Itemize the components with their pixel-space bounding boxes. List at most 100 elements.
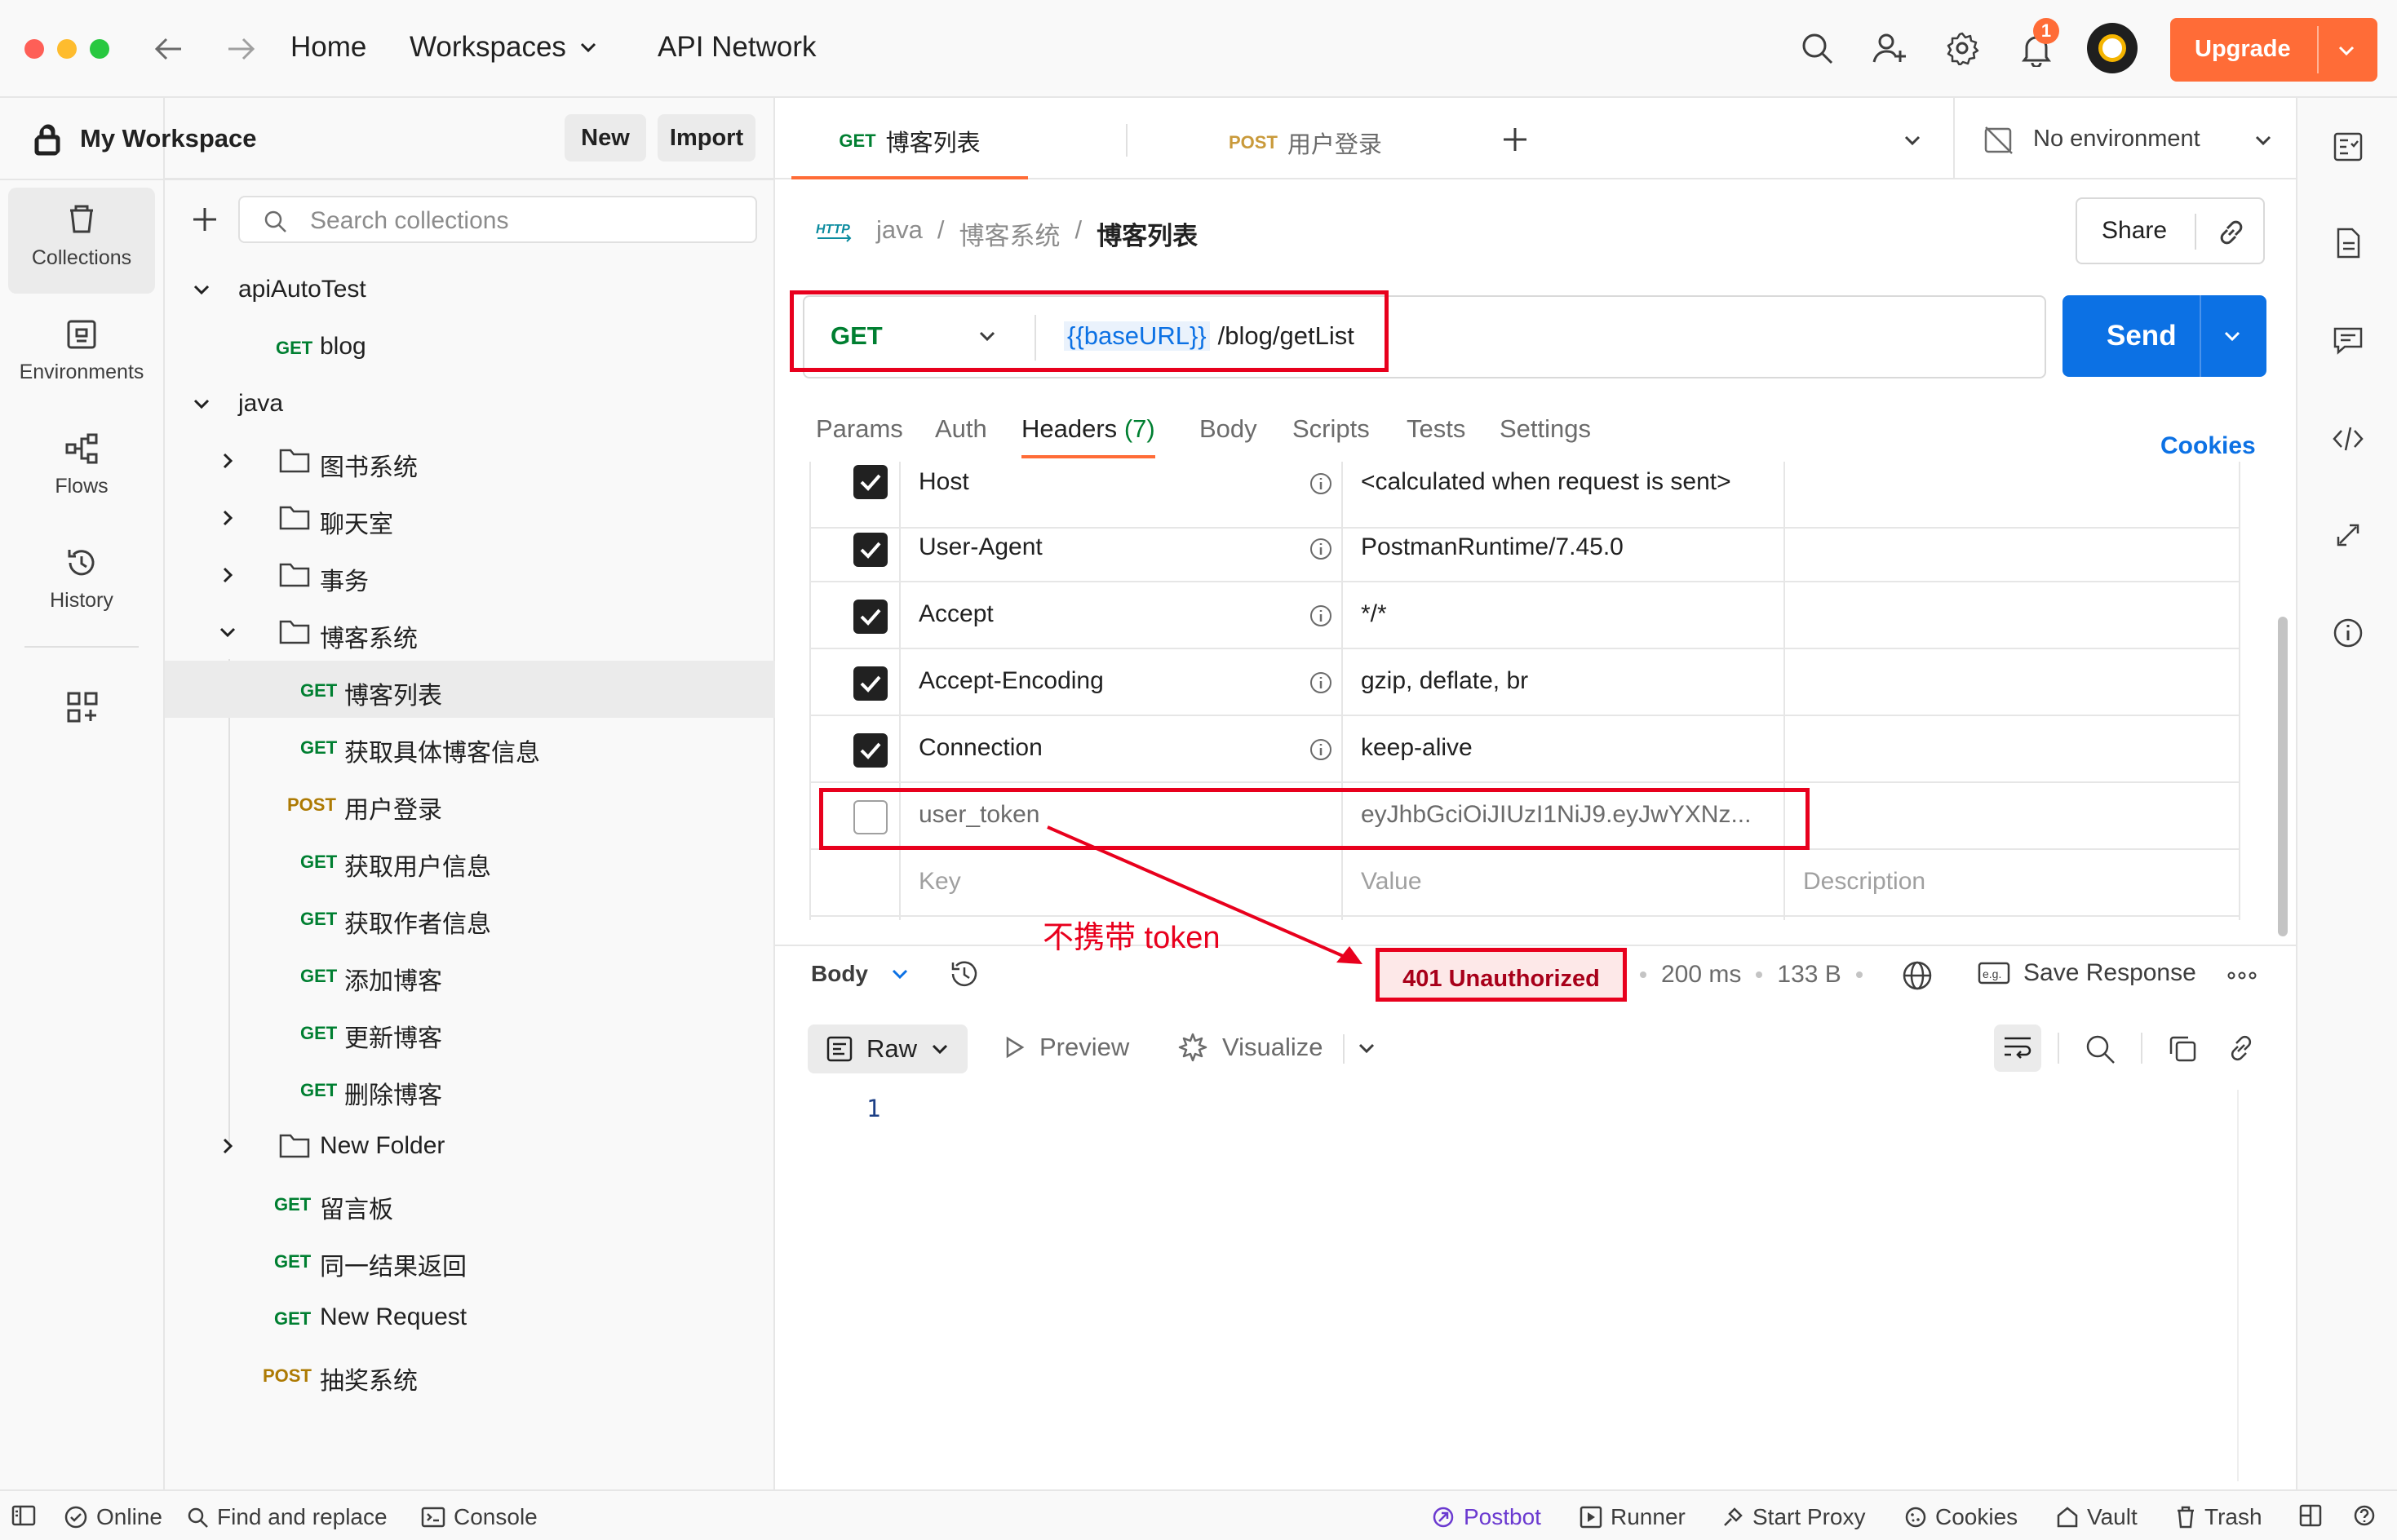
- tab-scripts[interactable]: Scripts: [1292, 414, 1370, 444]
- tree-folder[interactable]: 聊天室: [165, 489, 775, 547]
- start-proxy-button[interactable]: Start Proxy: [1721, 1504, 1865, 1530]
- console-button[interactable]: Console: [421, 1504, 538, 1530]
- search-collections-field[interactable]: Search collections: [238, 196, 757, 243]
- vault-button[interactable]: Vault: [2056, 1504, 2138, 1530]
- tab-body[interactable]: Body: [1199, 414, 1257, 444]
- forward-arrow-icon[interactable]: [225, 34, 258, 64]
- header-value[interactable]: gzip, deflate, br: [1361, 667, 1528, 695]
- chevron-right-icon[interactable]: [217, 1135, 238, 1157]
- header-value[interactable]: <calculated when request is sent>: [1361, 468, 1731, 496]
- home-link[interactable]: Home: [290, 31, 366, 64]
- more-options-icon[interactable]: [2227, 967, 2257, 984]
- tree-request[interactable]: GET New Request: [165, 1289, 775, 1346]
- tab-settings[interactable]: Settings: [1500, 414, 1591, 444]
- headers-scrollbar[interactable]: [2278, 617, 2288, 936]
- response-history-icon[interactable]: [948, 958, 981, 990]
- avatar[interactable]: [2087, 23, 2138, 73]
- tree-request[interactable]: GET 获取作者信息: [165, 889, 775, 946]
- maximize-window-button[interactable]: [90, 39, 109, 59]
- copy-link-icon[interactable]: [2216, 217, 2247, 248]
- documentation-icon[interactable]: [2332, 227, 2364, 259]
- tree-folder[interactable]: New Folder: [165, 1117, 775, 1175]
- trash-button[interactable]: Trash: [2175, 1504, 2262, 1530]
- related-collections-icon[interactable]: [2332, 519, 2364, 551]
- new-key-placeholder[interactable]: Key: [919, 868, 961, 896]
- share-button[interactable]: Share: [2102, 217, 2167, 245]
- raw-format-button[interactable]: Raw: [808, 1024, 968, 1073]
- find-replace-button[interactable]: Find and replace: [186, 1504, 388, 1530]
- breadcrumb-folder[interactable]: 博客系统: [959, 215, 1061, 252]
- tree-request[interactable]: GET 同一结果返回: [165, 1232, 775, 1289]
- header-value[interactable]: keep-alive: [1361, 734, 1473, 762]
- copy-icon[interactable]: [2167, 1033, 2198, 1064]
- runner-button[interactable]: Runner: [1580, 1504, 1686, 1530]
- workspace-name[interactable]: My Workspace: [80, 124, 257, 153]
- header-value[interactable]: PostmanRuntime/7.45.0: [1361, 533, 1624, 561]
- header-enabled-checkbox[interactable]: [853, 733, 888, 768]
- info-icon[interactable]: [1309, 737, 1333, 762]
- rail-history[interactable]: History: [8, 530, 155, 636]
- chevron-down-icon[interactable]: [1356, 1038, 1377, 1059]
- api-docs-icon[interactable]: [2332, 131, 2364, 163]
- import-button[interactable]: Import: [658, 114, 755, 162]
- header-key[interactable]: Connection: [919, 734, 1043, 762]
- minimize-window-button[interactable]: [57, 39, 77, 59]
- header-enabled-checkbox[interactable]: [853, 600, 888, 634]
- tree-request-selected[interactable]: GET 博客列表: [165, 661, 775, 718]
- tree-request[interactable]: POST 抽奖系统: [165, 1346, 775, 1403]
- search-icon[interactable]: [2084, 1033, 2116, 1065]
- add-collection-plus-icon[interactable]: [191, 206, 219, 233]
- tree-folder[interactable]: 事务: [165, 547, 775, 604]
- header-key[interactable]: User-Agent: [919, 533, 1043, 561]
- header-key[interactable]: Accept-Encoding: [919, 667, 1104, 695]
- info-icon[interactable]: [1309, 537, 1333, 561]
- tab-active[interactable]: GET 博客列表: [791, 106, 1028, 179]
- chevron-down-icon[interactable]: [191, 393, 212, 414]
- chevron-right-icon[interactable]: [217, 450, 238, 471]
- chevron-right-icon[interactable]: [217, 507, 238, 529]
- postbot-button[interactable]: Postbot: [1431, 1504, 1541, 1530]
- tree-request-blog[interactable]: GET blog: [165, 318, 775, 375]
- breadcrumb-java[interactable]: java: [876, 215, 923, 252]
- tabs-overflow-chevron-icon[interactable]: [1901, 129, 1924, 152]
- search-icon[interactable]: [1800, 31, 1834, 65]
- tree-request[interactable]: GET 留言板: [165, 1175, 775, 1232]
- new-description-placeholder[interactable]: Description: [1803, 868, 1925, 896]
- link-icon[interactable]: [2226, 1033, 2257, 1064]
- cookies-button[interactable]: Cookies: [1904, 1504, 2018, 1530]
- tree-folder[interactable]: 博客系统: [165, 604, 775, 661]
- rail-collections[interactable]: Collections: [8, 188, 155, 294]
- rail-environments[interactable]: Environments: [8, 302, 155, 408]
- new-tab-plus-icon[interactable]: [1501, 126, 1529, 153]
- tree-folder[interactable]: 图书系统: [165, 432, 775, 489]
- send-button[interactable]: Send: [2062, 295, 2266, 377]
- tab-tests[interactable]: Tests: [1407, 414, 1465, 444]
- response-body-selector[interactable]: Body: [811, 961, 911, 987]
- code-icon[interactable]: [2332, 423, 2364, 455]
- upgrade-button[interactable]: Upgrade: [2170, 18, 2377, 82]
- layout-two-pane-button[interactable]: [2299, 1504, 2322, 1527]
- tree-request[interactable]: GET 获取用户信息: [165, 832, 775, 889]
- add-apps-grid-icon[interactable]: [65, 690, 100, 724]
- header-value[interactable]: */*: [1361, 600, 1387, 628]
- info-icon[interactable]: [1309, 604, 1333, 628]
- tab-auth[interactable]: Auth: [935, 414, 987, 444]
- preview-button[interactable]: Preview: [1002, 1033, 1129, 1062]
- info-icon[interactable]: [1309, 670, 1333, 695]
- online-status[interactable]: Online: [64, 1504, 162, 1530]
- settings-gear-icon[interactable]: [1945, 31, 1979, 65]
- rail-flows[interactable]: Flows: [8, 416, 155, 522]
- visualize-button[interactable]: Visualize: [1176, 1031, 1323, 1064]
- tree-request[interactable]: GET 删除博客: [165, 1060, 775, 1117]
- wrap-lines-button[interactable]: [1994, 1024, 2041, 1072]
- tab-params[interactable]: Params: [816, 414, 903, 444]
- response-size[interactable]: 133 B: [1777, 961, 1841, 989]
- workspaces-menu[interactable]: Workspaces: [410, 31, 599, 64]
- tree-request[interactable]: GET 更新博客: [165, 1003, 775, 1060]
- chevron-right-icon[interactable]: [217, 564, 238, 586]
- tab-inactive[interactable]: POST 用户登录: [1229, 106, 1382, 179]
- toggle-sidebar-button[interactable]: [11, 1504, 36, 1527]
- tree-request[interactable]: GET 添加博客: [165, 946, 775, 1003]
- response-time[interactable]: 200 ms: [1661, 961, 1741, 989]
- api-network-link[interactable]: API Network: [658, 31, 817, 64]
